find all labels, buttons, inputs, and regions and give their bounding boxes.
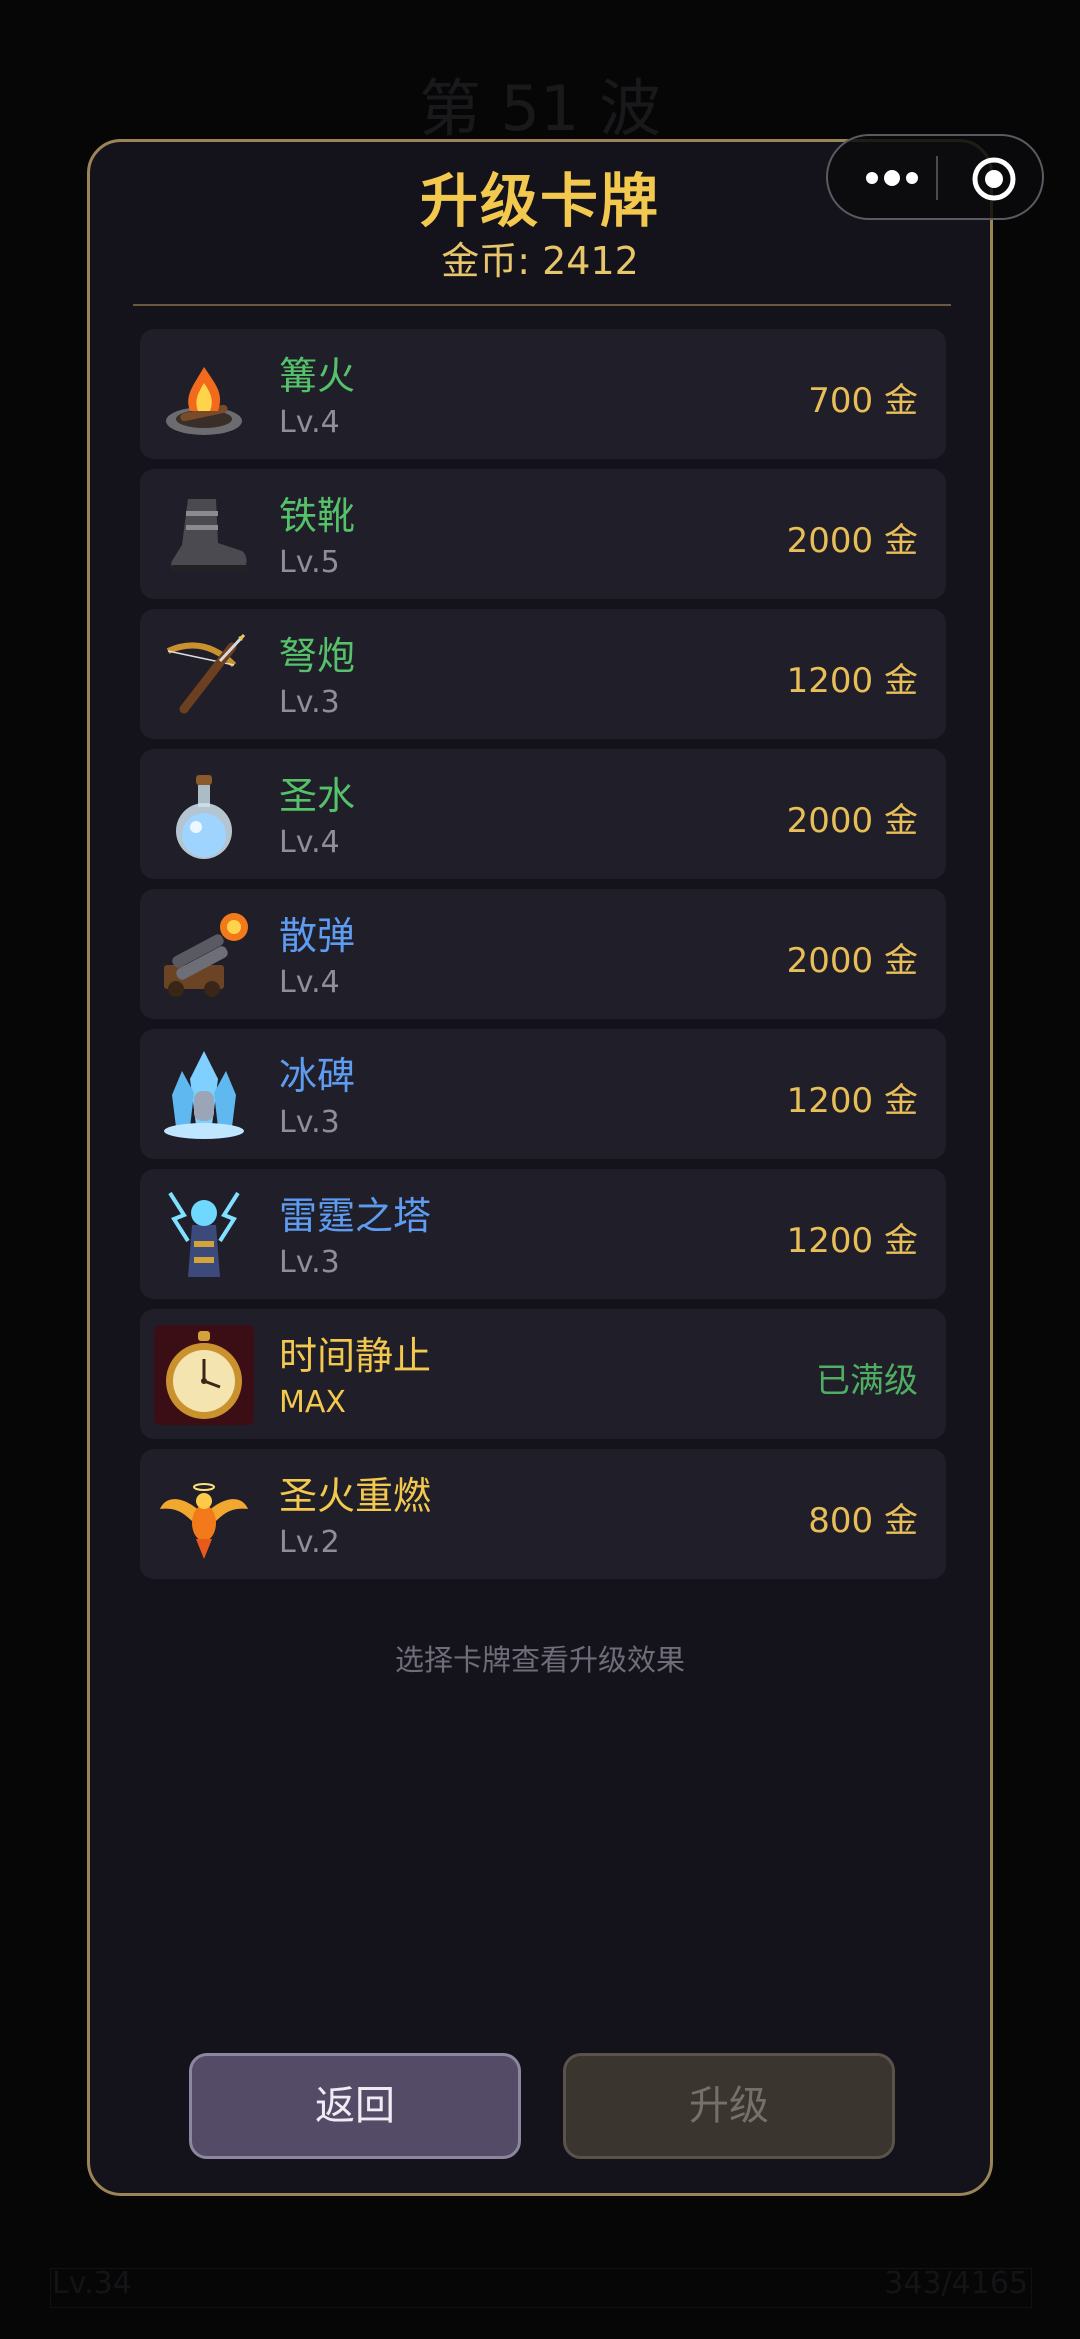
shotgun-cannon-icon <box>164 913 248 997</box>
card-item[interactable]: 圣火重燃 Lv.2 800 金 <box>140 1449 946 1579</box>
card-price: 1200 金 <box>786 1081 918 1121</box>
card-name: 雷霆之塔 <box>279 1194 432 1238</box>
thunder-tower-icon <box>168 1191 240 1277</box>
card-name: 铁靴 <box>279 494 356 538</box>
ice-tombstone-icon <box>164 1051 244 1139</box>
card-level: Lv.3 <box>279 1105 340 1140</box>
back-button[interactable]: 返回 <box>189 2053 521 2159</box>
card-item[interactable]: 冰碑 Lv.3 1200 金 <box>140 1029 946 1159</box>
card-level: Lv.4 <box>279 965 340 1000</box>
card-name: 时间静止 <box>279 1334 432 1378</box>
target-close-icon[interactable] <box>970 155 1018 203</box>
selection-hint: 选择卡牌查看升级效果 <box>394 1643 685 1677</box>
card-list: 篝火 Lv.4 700 金 铁靴 Lv.5 2000 金 弩炮 Lv.3 120… <box>140 329 946 1589</box>
card-name: 圣水 <box>279 774 356 818</box>
xp-counter: 343/4165 <box>884 2266 1028 2301</box>
card-item[interactable]: 圣水 Lv.4 2000 金 <box>140 749 946 879</box>
card-price: 1200 金 <box>786 1221 918 1261</box>
card-item[interactable]: 弩炮 Lv.3 1200 金 <box>140 609 946 739</box>
card-maxed-status: 已满级 <box>816 1361 918 1401</box>
pocket-watch-icon <box>154 1325 254 1425</box>
upgrade-button[interactable]: 升级 <box>563 2053 895 2159</box>
card-price: 800 金 <box>808 1501 918 1541</box>
card-level: Lv.4 <box>279 405 340 440</box>
card-price: 2000 金 <box>786 801 918 841</box>
card-price: 2000 金 <box>786 941 918 981</box>
card-name: 散弹 <box>279 914 356 958</box>
card-item[interactable]: 散弹 Lv.4 2000 金 <box>140 889 946 1019</box>
player-level: Lv.34 <box>52 2266 132 2301</box>
card-price: 700 金 <box>808 381 918 421</box>
upgrade-cards-modal: 升级卡牌 金币: 2412 篝火 Lv.4 700 金 铁靴 Lv.5 2000… <box>87 139 993 2196</box>
capsule-divider <box>936 156 938 200</box>
card-item[interactable]: 篝火 Lv.4 700 金 <box>140 329 946 459</box>
card-level: Lv.2 <box>279 1525 340 1560</box>
phoenix-icon <box>160 1483 248 1559</box>
card-level: Lv.3 <box>279 685 340 720</box>
card-item[interactable]: 铁靴 Lv.5 2000 金 <box>140 469 946 599</box>
card-level: MAX <box>279 1385 346 1420</box>
card-name: 弩炮 <box>279 634 356 678</box>
card-level: Lv.4 <box>279 825 340 860</box>
card-item[interactable]: 时间静止 MAX 已满级 <box>140 1309 946 1439</box>
more-dots-icon[interactable] <box>864 163 920 193</box>
card-price: 1200 金 <box>786 661 918 701</box>
crossbow-icon <box>166 633 246 714</box>
campfire-icon <box>166 367 242 435</box>
card-level: Lv.3 <box>279 1245 340 1280</box>
card-level: Lv.5 <box>279 545 340 580</box>
card-price: 2000 金 <box>786 521 918 561</box>
card-name: 篝火 <box>279 354 356 398</box>
card-name: 冰碑 <box>279 1054 356 1098</box>
coin-balance: 金币: 2412 <box>441 239 639 283</box>
card-name: 圣火重燃 <box>279 1474 432 1518</box>
title-divider <box>133 304 951 306</box>
miniprogram-capsule <box>826 134 1044 220</box>
holy-water-flask-icon <box>176 775 232 859</box>
iron-boot-icon <box>171 499 247 571</box>
card-item[interactable]: 雷霆之塔 Lv.3 1200 金 <box>140 1169 946 1299</box>
